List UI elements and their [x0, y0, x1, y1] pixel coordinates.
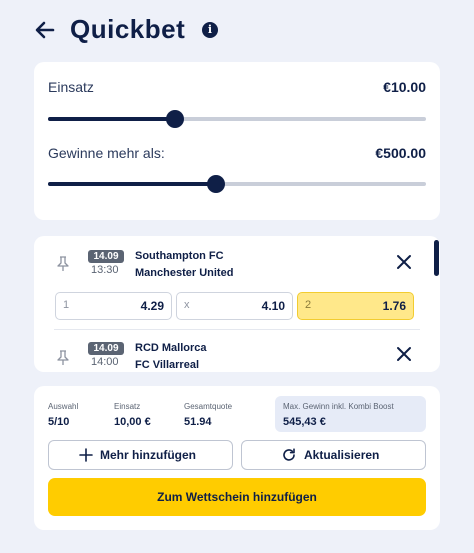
refresh-button[interactable]: Aktualisieren [241, 440, 426, 470]
close-icon[interactable] [396, 254, 412, 270]
odd-value: 4.29 [140, 299, 164, 313]
max-gewinn-value: 545,43 € [283, 416, 326, 428]
header: Quickbet i [0, 0, 474, 60]
add-more-button[interactable]: Mehr hinzufügen [48, 440, 233, 470]
einsatz-value: €10.00 [383, 79, 426, 95]
bet-summary: Auswahl 5/10 Einsatz 10,00 € Gesamtquote… [34, 386, 440, 530]
odd-home[interactable]: 1 4.29 [55, 292, 172, 320]
match-date: 14.09 [88, 342, 124, 355]
add-to-betslip-button[interactable]: Zum Wettschein hinzufügen [48, 478, 426, 516]
pin-icon[interactable] [56, 350, 70, 366]
home-team: RCD Mallorca [135, 342, 207, 354]
auswahl-value: 5/10 [48, 416, 70, 428]
max-gewinn-label: Max. Gewinn inkl. Kombi Boost [283, 402, 394, 411]
away-team: Manchester United [135, 267, 234, 279]
odd-value: 1.76 [382, 299, 406, 313]
odd-value: 4.10 [261, 299, 285, 313]
away-team: FC Villarreal [135, 359, 199, 371]
gewinne-value: €500.00 [375, 145, 426, 161]
odd-label: 2 [305, 299, 312, 311]
close-icon[interactable] [396, 346, 412, 362]
info-icon[interactable]: i [202, 22, 218, 38]
match-list: 14.09 13:30 Southampton FC Manchester Un… [34, 236, 440, 372]
slider-fill [48, 182, 217, 186]
gewinne-label: Gewinne mehr als: [48, 145, 165, 161]
add-more-label: Mehr hinzufügen [100, 448, 196, 462]
scrollbar[interactable] [434, 240, 439, 276]
match-date: 14.09 [88, 250, 124, 263]
odd-away[interactable]: 2 1.76 [297, 292, 414, 320]
auswahl-label: Auswahl [48, 402, 79, 411]
arrow-left-icon[interactable] [33, 18, 57, 42]
pin-icon[interactable] [56, 256, 70, 272]
odd-label: x [184, 299, 190, 311]
max-gewinn-box: Max. Gewinn inkl. Kombi Boost 545,43 € [275, 396, 426, 432]
divider [54, 329, 420, 330]
einsatz-label: Einsatz [48, 79, 94, 95]
einsatz-summary-value: 10,00 € [114, 416, 151, 428]
plus-icon [79, 448, 93, 462]
refresh-icon [283, 448, 295, 461]
match-time: 13:30 [91, 264, 119, 276]
refresh-label: Aktualisieren [304, 448, 380, 462]
match-time: 14:00 [91, 356, 119, 368]
slider-fill [48, 117, 175, 121]
einsatz-slider[interactable] [48, 110, 426, 128]
odd-draw[interactable]: x 4.10 [176, 292, 293, 320]
einsatz-summary-label: Einsatz [114, 402, 141, 411]
gewinne-slider[interactable] [48, 175, 426, 193]
page-title: Quickbet [70, 14, 186, 44]
slider-thumb[interactable] [207, 175, 226, 193]
gesamtquote-label: Gesamtquote [184, 402, 233, 411]
odd-label: 1 [63, 299, 70, 311]
stake-card: Einsatz €10.00 Gewinne mehr als: €500.00 [34, 62, 440, 220]
home-team: Southampton FC [135, 250, 224, 262]
slider-thumb[interactable] [165, 110, 184, 128]
gesamtquote-value: 51.94 [184, 416, 212, 428]
